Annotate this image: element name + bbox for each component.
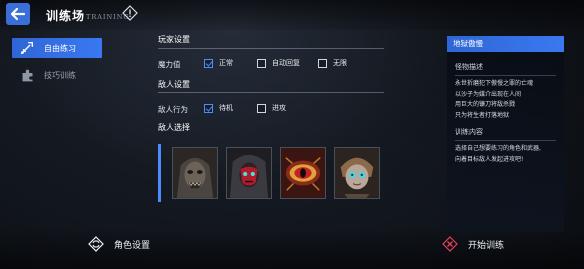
divider bbox=[455, 140, 556, 141]
sword-icon bbox=[18, 39, 36, 57]
page-title: 训练场 bbox=[46, 9, 86, 23]
description-title: 怪物描述 bbox=[455, 63, 483, 71]
swap-icon bbox=[88, 236, 104, 252]
option-label: 无限 bbox=[333, 59, 347, 67]
checkbox-checked-icon bbox=[204, 103, 213, 113]
option-label: 自动回复 bbox=[272, 59, 300, 67]
option-label: 正常 bbox=[219, 59, 233, 67]
back-arrow-icon bbox=[10, 7, 26, 21]
sidebar-item-skill-training[interactable]: 技巧训练 bbox=[12, 65, 102, 85]
mana-option-infinite[interactable]: 无限 bbox=[318, 58, 347, 68]
sidebar-item-label: 自由练习 bbox=[44, 43, 76, 53]
enemy-card-doll[interactable] bbox=[334, 147, 380, 199]
character-settings-label: 角色设置 bbox=[114, 240, 151, 251]
mana-option-auto-regen[interactable]: 自动回复 bbox=[257, 58, 300, 68]
enemy-name: 地狱傲慢 bbox=[447, 36, 564, 52]
description-line: 用巨大的镰刀将敌杀戮 bbox=[455, 101, 516, 108]
selection-accent bbox=[158, 144, 161, 202]
warning-icon[interactable] bbox=[122, 5, 138, 21]
enemy-select-title: 敌人选择 bbox=[158, 123, 190, 132]
divider bbox=[158, 92, 384, 93]
training-line: 选择自己想要练习的角色和武器, bbox=[455, 145, 541, 152]
option-label: 进攻 bbox=[272, 104, 286, 112]
enemy-info-panel: 地狱傲慢 怪物描述 永世折磨犯下傲慢之罪的亡魂 以沙子为媒介出现在人间 用巨大的… bbox=[447, 36, 564, 232]
enemy-list bbox=[158, 144, 388, 202]
behavior-option-attack[interactable]: 进攻 bbox=[257, 103, 286, 113]
enemy-card-red-mask[interactable] bbox=[226, 147, 272, 199]
description-line: 永世折磨犯下傲慢之罪的亡魂 bbox=[455, 80, 534, 87]
checkbox-icon bbox=[257, 58, 266, 68]
checkbox-checked-icon bbox=[204, 58, 213, 68]
doll-portrait bbox=[335, 148, 379, 198]
enemy-card-eye-monster[interactable] bbox=[280, 147, 326, 199]
close-x-icon bbox=[442, 236, 458, 252]
description-line: 只为将生者打落地狱 bbox=[455, 111, 510, 119]
option-label: 待机 bbox=[219, 104, 233, 112]
divider bbox=[455, 75, 556, 76]
behavior-option-idle[interactable]: 待机 bbox=[204, 103, 233, 113]
mana-option-normal[interactable]: 正常 bbox=[204, 58, 233, 68]
enemy-card-ghoul[interactable] bbox=[172, 147, 218, 199]
sidebar-item-label: 技巧训练 bbox=[44, 70, 76, 80]
player-settings-title: 玩家设置 bbox=[158, 35, 190, 44]
back-button[interactable] bbox=[6, 3, 30, 25]
training-title: 训练内容 bbox=[455, 128, 483, 136]
eye-monster-portrait bbox=[281, 148, 325, 198]
checkbox-icon bbox=[318, 58, 327, 68]
character-settings-button[interactable]: 角色设置 bbox=[88, 236, 150, 252]
checkbox-icon bbox=[257, 103, 266, 113]
description-line: 以沙子为媒介出现在人间 bbox=[455, 90, 522, 98]
red-mask-portrait bbox=[227, 148, 271, 198]
start-training-label: 开始训练 bbox=[468, 240, 505, 251]
training-line: 向着目标敌人发起进攻吧! bbox=[455, 155, 524, 163]
top-bar: 训练场 TRAINING bbox=[0, 0, 584, 30]
start-training-button[interactable]: 开始训练 bbox=[442, 236, 504, 252]
divider bbox=[158, 48, 384, 49]
ghoul-portrait bbox=[173, 148, 217, 198]
enemy-settings-title: 敌人设置 bbox=[158, 80, 190, 89]
mana-label: 魔力值 bbox=[158, 60, 181, 69]
puzzle-icon bbox=[18, 66, 36, 84]
enemy-behavior-label: 敌人行为 bbox=[158, 105, 188, 114]
sidebar-item-free-practice[interactable]: 自由练习 bbox=[12, 38, 102, 58]
